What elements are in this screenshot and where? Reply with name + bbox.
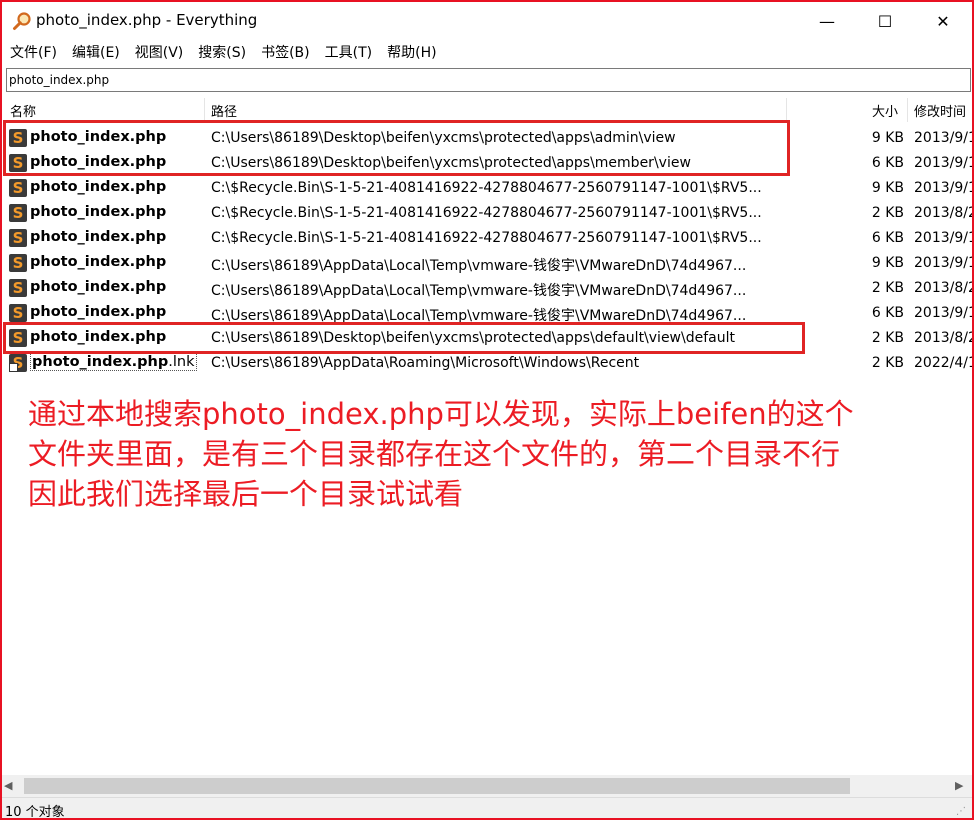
horizontal-scrollbar[interactable]: ◀ ▶ (2, 775, 972, 797)
annotation-line: 文件夹里面，是有三个目录都存在这个文件的，第二个目录不行 (28, 437, 841, 471)
file-size: 2 KB (871, 280, 904, 296)
sublime-file-icon: S (9, 204, 27, 222)
file-size: 6 KB (871, 155, 904, 171)
menu-bookmarks[interactable]: 书签(B) (259, 40, 312, 64)
file-size: 2 KB (871, 330, 904, 346)
file-path: C:\$Recycle.Bin\S-1-5-21-4081416922-4278… (211, 205, 762, 221)
file-name: photo_index.php (30, 179, 167, 195)
annotation-text: 通过本地搜索photo_index.php可以发现，实际上beifen的这个 文… (28, 394, 972, 514)
file-date: 2013/9/1 (914, 155, 974, 171)
scroll-left-icon[interactable]: ◀ (4, 779, 12, 792)
column-modified[interactable]: 修改时间 (914, 101, 966, 121)
window-title: photo_index.php - Everything (36, 11, 258, 29)
file-name: photo_index.php.lnk (30, 353, 197, 371)
sublime-file-icon: S (9, 229, 27, 247)
highlight-box-top (3, 120, 790, 176)
sublime-file-icon: S (9, 179, 27, 197)
file-size: 9 KB (871, 130, 904, 146)
column-path[interactable]: 路径 (211, 101, 237, 121)
file-size: 6 KB (871, 305, 904, 321)
resize-grip-icon[interactable]: ⋰ (956, 806, 966, 817)
sublime-file-icon: S (9, 304, 27, 322)
file-size: 6 KB (871, 230, 904, 246)
file-name: photo_index.php (30, 229, 167, 245)
menu-help[interactable]: 帮助(H) (385, 40, 438, 64)
table-row[interactable]: S photo_index.php C:\Users\86189\AppData… (2, 276, 972, 301)
search-input[interactable] (9, 71, 964, 89)
annotation-line: 因此我们选择最后一个目录试试看 (28, 477, 464, 511)
scrollbar-thumb[interactable] (24, 778, 850, 794)
file-path: C:\$Recycle.Bin\S-1-5-21-4081416922-4278… (211, 180, 762, 196)
file-date: 2013/8/2 (914, 330, 974, 346)
table-row[interactable]: S photo_index.php.lnk C:\Users\86189\App… (2, 351, 972, 376)
file-path: C:\$Recycle.Bin\S-1-5-21-4081416922-4278… (211, 230, 762, 246)
file-name: photo_index.php (30, 279, 167, 295)
magnifier-icon (13, 12, 31, 30)
file-date: 2013/8/2 (914, 280, 974, 296)
sublime-shortcut-icon: S (9, 354, 27, 372)
file-path: C:\Users\86189\AppData\Local\Temp\vmware… (211, 283, 747, 299)
column-header: 名称 路径 大小 修改时间 (2, 98, 972, 122)
menu-edit[interactable]: 编辑(E) (70, 40, 122, 64)
file-name: photo_index.php (30, 304, 167, 320)
annotation-line: 通过本地搜索photo_index.php可以发现，实际上beifen的这个 (28, 397, 854, 431)
column-name[interactable]: 名称 (10, 101, 36, 121)
status-text: 10 个对象 (5, 805, 65, 820)
table-row[interactable]: S photo_index.php C:\$Recycle.Bin\S-1-5-… (2, 226, 972, 251)
everything-window: photo_index.php - Everything — ☐ ✕ 文件(F)… (0, 0, 974, 820)
file-size: 9 KB (871, 255, 904, 271)
file-size: 2 KB (871, 205, 904, 221)
title-bar[interactable]: photo_index.php - Everything — ☐ ✕ (2, 2, 972, 40)
file-date: 2013/9/1 (914, 230, 974, 246)
column-divider[interactable] (786, 98, 787, 122)
file-date: 2013/9/1 (914, 305, 974, 321)
column-divider[interactable] (907, 98, 908, 122)
status-bar: 10 个对象 ⋰ (2, 797, 972, 820)
minimize-button[interactable]: — (798, 2, 856, 40)
file-name: photo_index.php (30, 254, 167, 270)
file-date: 2013/9/1 (914, 180, 974, 196)
file-name: photo_index.php (30, 204, 167, 220)
file-size: 9 KB (871, 180, 904, 196)
close-button[interactable]: ✕ (914, 2, 972, 40)
file-path: C:\Users\86189\AppData\Local\Temp\vmware… (211, 258, 747, 274)
menu-tools[interactable]: 工具(T) (323, 40, 374, 64)
file-date: 2013/9/1 (914, 255, 974, 271)
menu-view[interactable]: 视图(V) (133, 40, 186, 64)
file-date: 2013/8/2 (914, 205, 974, 221)
menu-search[interactable]: 搜索(S) (196, 40, 248, 64)
menu-bar: 文件(F) 编辑(E) 视图(V) 搜索(S) 书签(B) 工具(T) 帮助(H… (2, 40, 972, 64)
sublime-file-icon: S (9, 279, 27, 297)
column-size[interactable]: 大小 (872, 101, 898, 121)
maximize-button[interactable]: ☐ (856, 2, 914, 40)
file-date: 2013/9/1 (914, 130, 974, 146)
scroll-right-icon[interactable]: ▶ (955, 779, 963, 792)
highlight-box-default (3, 322, 805, 354)
file-path: C:\Users\86189\AppData\Roaming\Microsoft… (211, 355, 640, 371)
menu-file[interactable]: 文件(F) (8, 40, 59, 64)
search-box[interactable] (6, 68, 971, 92)
table-row[interactable]: S photo_index.php C:\$Recycle.Bin\S-1-5-… (2, 201, 972, 226)
file-size: 2 KB (871, 355, 904, 371)
table-row[interactable]: S photo_index.php C:\$Recycle.Bin\S-1-5-… (2, 176, 972, 201)
table-row[interactable]: S photo_index.php C:\Users\86189\AppData… (2, 251, 972, 276)
sublime-file-icon: S (9, 254, 27, 272)
file-date: 2022/4/1 (914, 355, 974, 371)
column-divider[interactable] (204, 98, 205, 122)
